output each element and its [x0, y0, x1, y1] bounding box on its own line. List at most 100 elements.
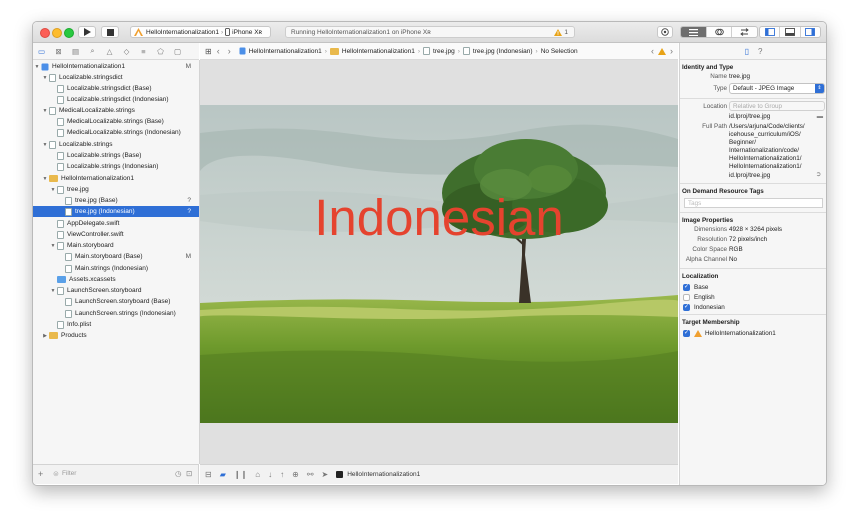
breadcrumb-item[interactable]: No Selection — [541, 48, 578, 55]
tree-row[interactable]: Main.strings (Indonesian) — [33, 263, 199, 274]
close-window-button[interactable] — [40, 28, 50, 38]
recent-files-icon[interactable]: ◷ — [175, 469, 182, 478]
folder-reveal-icon[interactable]: ▬ — [817, 113, 823, 120]
scm-filter-icon[interactable]: ⊡ — [186, 469, 192, 478]
test-navigator-icon[interactable]: ◇ — [118, 47, 135, 56]
disclosure-open-icon[interactable]: ▼ — [41, 176, 49, 182]
minimize-window-button[interactable] — [52, 28, 62, 38]
tags-input[interactable]: Tags — [684, 198, 823, 208]
disclosure-open-icon[interactable]: ▼ — [49, 243, 57, 249]
warning-icon[interactable] — [658, 47, 666, 55]
quick-help-icon[interactable]: ? — [758, 47, 762, 56]
reveal-in-finder-icon[interactable]: ➲ — [816, 171, 821, 178]
report-navigator-icon[interactable]: ▢ — [169, 47, 186, 56]
tree-label: LaunchScreen.storyboard (Base) — [75, 298, 171, 305]
tree-row[interactable]: Main.storyboard (Base) M — [33, 251, 199, 262]
issue-navigator-icon[interactable]: △ — [101, 47, 118, 56]
pause-icon[interactable]: ❙❙ — [234, 470, 247, 479]
step-into-icon[interactable]: ↓ — [268, 470, 272, 479]
target-checkbox[interactable]: ✓ — [683, 329, 690, 337]
debug-navigator-icon[interactable]: ≡ — [135, 47, 152, 56]
debug-target-label[interactable]: HelloInternationalization1 — [347, 471, 420, 478]
tree-row-selected[interactable]: tree.jpg (Indonesian)? — [33, 206, 199, 217]
location-icon[interactable]: ➤ — [322, 470, 329, 479]
scheme-selector[interactable]: HelloInternationalization1 › iPhone Xʀ — [130, 26, 271, 38]
toggle-inspector-button[interactable] — [801, 27, 820, 37]
location-select[interactable]: Relative to Group — [729, 101, 825, 111]
tree-row[interactable]: ▼ tree.jpg — [33, 184, 199, 195]
tree-label: Products — [61, 332, 87, 339]
view-debugger-icon[interactable]: ⊕ — [292, 470, 299, 479]
tree-row[interactable]: Localizable.strings (Indonesian) — [33, 161, 199, 172]
english-checkbox[interactable] — [683, 293, 690, 301]
find-navigator-icon[interactable]: ⌕ — [84, 46, 101, 56]
symbol-navigator-icon[interactable]: ▤ — [67, 47, 84, 56]
disclosure-open-icon[interactable]: ▼ — [41, 75, 49, 81]
library-button[interactable] — [657, 26, 673, 38]
tree-row[interactable]: Localizable.stringsdict (Base) — [33, 83, 199, 94]
version-editor-button[interactable] — [732, 27, 757, 37]
base-checkbox[interactable]: ✓ — [683, 283, 690, 291]
disclosure-open-icon[interactable]: ▼ — [49, 288, 57, 294]
step-out-icon[interactable]: ↑ — [280, 470, 284, 479]
tree-row[interactable]: tree.jpg (Base)? — [33, 195, 199, 206]
tree-row[interactable]: AppDelegate.swift — [33, 218, 199, 229]
panel-visibility-control[interactable] — [759, 26, 821, 38]
tree-row[interactable]: ▼ Main.storyboard — [33, 240, 199, 251]
breadcrumb-item[interactable]: HelloInternationalization1 — [342, 48, 415, 55]
disclosure-open-icon[interactable]: ▼ — [41, 142, 49, 148]
tree-row[interactable]: ▼ MedicalLocalizable.strings — [33, 105, 199, 116]
tree-row[interactable]: ▼ Localizable.strings — [33, 139, 199, 150]
project-navigator-icon[interactable]: ▭ — [33, 47, 50, 56]
forward-chevron-icon[interactable]: › — [228, 46, 231, 56]
tree-row[interactable]: ▼ HelloInternationalization1 M — [33, 61, 199, 72]
indonesian-checkbox[interactable]: ✓ — [683, 303, 690, 311]
run-button[interactable] — [78, 26, 96, 38]
breakpoints-toggle-icon[interactable]: ▰ — [220, 470, 226, 479]
tree-row[interactable]: ▼ HelloInternationalization1 — [33, 173, 199, 184]
disclosure-open-icon[interactable]: ▼ — [33, 64, 41, 70]
disclosure-closed-icon[interactable]: ▶ — [41, 333, 49, 339]
stop-button[interactable] — [101, 26, 119, 38]
assistant-editor-button[interactable] — [707, 27, 733, 37]
zoom-window-button[interactable] — [64, 28, 74, 38]
tree-row[interactable]: ▼ LaunchScreen.storyboard — [33, 285, 199, 296]
breadcrumb-item[interactable]: tree.jpg — [433, 48, 455, 55]
add-icon[interactable]: + — [38, 469, 43, 479]
disclosure-open-icon[interactable]: ▼ — [49, 187, 57, 193]
full-path-line: icehouse_curriculum/iOS/ — [729, 131, 801, 139]
step-over-icon[interactable]: ⌂ — [255, 470, 260, 479]
breadcrumb-item[interactable]: HelloInternationalization1 — [249, 48, 322, 55]
related-items-icon[interactable]: ⊞ — [205, 47, 212, 56]
tree-row[interactable]: Localizable.strings (Base) — [33, 150, 199, 161]
standard-editor-button[interactable] — [681, 27, 707, 37]
tree-row[interactable]: LaunchScreen.strings (Indonesian) — [33, 308, 199, 319]
memory-graph-icon[interactable]: ⚯ — [307, 470, 314, 479]
file-inspector-icon[interactable]: ▯ — [745, 47, 749, 56]
warning-indicator[interactable]: 1 — [554, 28, 568, 36]
tree-row[interactable]: Localizable.stringsdict (Indonesian) — [33, 94, 199, 105]
editor-mode-control[interactable] — [680, 26, 758, 38]
hide-debug-area-icon[interactable]: ⊟ — [205, 470, 212, 479]
filter-input[interactable]: Filter — [62, 470, 76, 477]
toggle-debug-area-button[interactable] — [780, 27, 801, 37]
file-icon — [49, 140, 56, 149]
tree-row[interactable]: ▶ Products — [33, 330, 199, 341]
disclosure-open-icon[interactable]: ▼ — [41, 108, 49, 114]
tree-row[interactable]: ▼ Localizable.stringsdict — [33, 72, 199, 83]
back-chevron-icon[interactable]: ‹ — [217, 46, 220, 56]
tree-row[interactable]: LaunchScreen.storyboard (Base) — [33, 296, 199, 307]
next-issue-chevron-icon[interactable]: › — [670, 46, 673, 56]
toggle-navigator-button[interactable] — [760, 27, 781, 37]
breakpoint-navigator-icon[interactable]: ⬠ — [152, 47, 169, 56]
type-select[interactable]: Default - JPEG Image ⇕ — [729, 83, 825, 94]
breadcrumb-item[interactable]: tree.jpg (Indonesian) — [473, 48, 533, 55]
tree-row[interactable]: ViewController.swift — [33, 229, 199, 240]
tree-row[interactable]: Info.plist — [33, 319, 199, 330]
tree-row[interactable]: MedicalLocalizable.strings (Base) — [33, 116, 199, 127]
prev-issue-chevron-icon[interactable]: ‹ — [651, 46, 654, 56]
tree-row[interactable]: Assets.xcassets — [33, 274, 199, 285]
source-control-icon[interactable]: ⊠ — [50, 47, 67, 56]
tree-row[interactable]: MedicalLocalizable.strings (Indonesian) — [33, 127, 199, 138]
name-value[interactable]: tree.jpg — [729, 73, 750, 80]
